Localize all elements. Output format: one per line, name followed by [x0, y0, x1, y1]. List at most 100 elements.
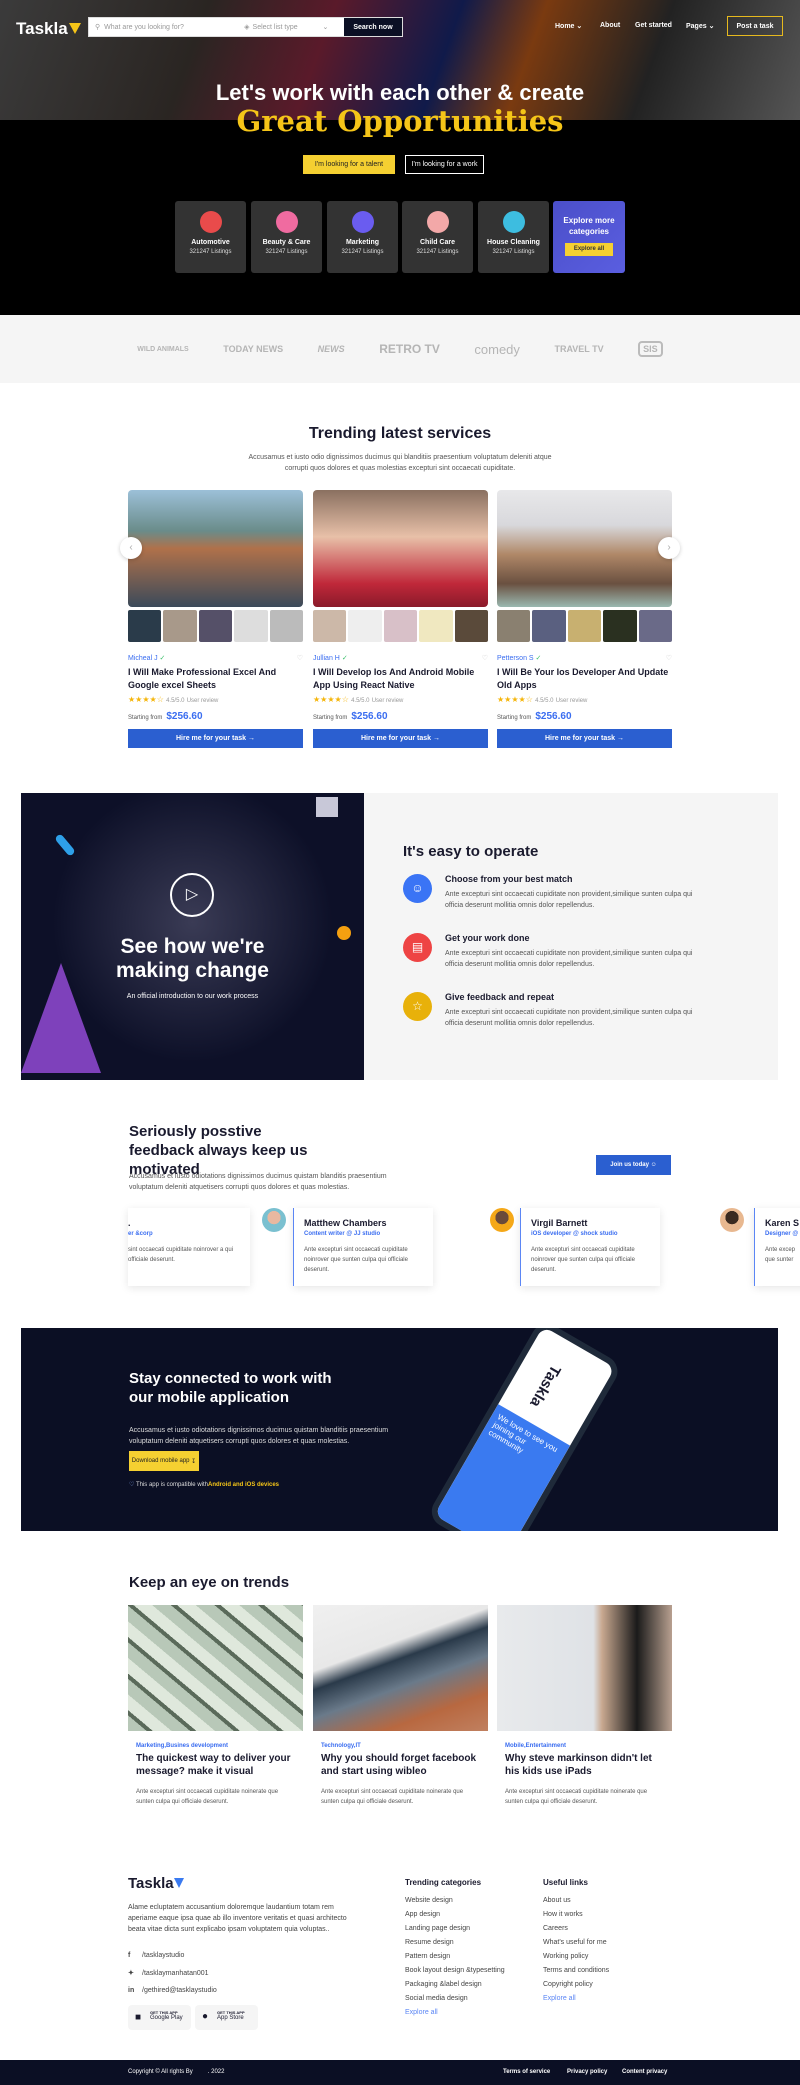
category-child-care[interactable]: Child Care 321247 Listings [402, 201, 473, 273]
blog-card[interactable]: Mobile,Entertainment Why steve markinson … [497, 1605, 672, 1807]
category-automotive[interactable]: Automotive 321247 Listings [175, 201, 246, 273]
google-play-button[interactable]: ■ GET THIS APP Google Play [128, 2005, 191, 2030]
footer-link[interactable]: Landing page design [405, 1925, 505, 1932]
copyright: Copyright © All rights By . 2022 [128, 2069, 225, 2075]
join-button[interactable]: Join us today ☺ [596, 1155, 671, 1175]
explore-all-link[interactable]: Explore all [543, 1995, 609, 2002]
explore-title: Explore more categories [563, 216, 615, 236]
seller-name[interactable]: Petterson S [497, 655, 534, 662]
download-icon: ↧ [191, 1458, 197, 1465]
heart-icon[interactable]: ♡ [297, 654, 303, 662]
footer-link[interactable]: Copyright policy [543, 1981, 609, 1988]
footer-link[interactable]: App design [405, 1911, 505, 1918]
seller-name[interactable]: Micheal J [128, 655, 158, 662]
footer-link[interactable]: Working policy [543, 1953, 609, 1960]
footer-link[interactable]: Social media design [405, 1995, 505, 2002]
user-add-icon: ☺ [650, 1162, 657, 1168]
footer-link[interactable]: What's useful for me [543, 1939, 609, 1946]
social-twitter[interactable]: ✦/tasklaymanhatan001 [128, 1965, 217, 1983]
trending-categories: Trending categories Website design App d… [405, 1878, 505, 2016]
social-facebook[interactable]: f/tasklaystudio [128, 1947, 217, 1965]
explore-all-link[interactable]: Explore all [405, 2009, 505, 2016]
footer-logo[interactable]: Taskla [128, 1875, 184, 1892]
step-item: ☆ Give feedback and repeat Ante excepturi … [403, 992, 703, 1029]
talent-button[interactable]: I'm looking for a talent [303, 155, 395, 174]
hire-button[interactable]: Hire me for your task → [313, 729, 488, 748]
service-title[interactable]: I Will Be Your Ios Developer And Update … [497, 666, 672, 692]
nav-pages[interactable]: Pages ⌄ [686, 22, 714, 30]
footer-link[interactable]: Resume design [405, 1939, 505, 1946]
briefcase-icon: ▤ [403, 933, 432, 962]
service-title[interactable]: I Will Make Professional Excel And Googl… [128, 666, 303, 692]
category-marketing[interactable]: Marketing 321247 Listings [327, 201, 398, 273]
footer-link[interactable]: Terms and conditions [543, 1967, 609, 1974]
car-icon [199, 211, 222, 233]
avatar [720, 1208, 744, 1232]
partner-logo: WILD ANIMALS [137, 345, 189, 353]
app-store-button[interactable]: ● GET THIS APP App Store [195, 2005, 258, 2030]
heart-icon[interactable]: ♡ [482, 654, 488, 662]
footer-about: Alame ecluptatem accusantium doloremque … [128, 1904, 347, 1933]
testimonial-card: Karen S Designer @ Ante excep que sunter [754, 1208, 800, 1286]
footer-link[interactable]: About us [543, 1897, 609, 1904]
partner-logo: comedy [474, 341, 520, 357]
hire-button[interactable]: Hire me for your task → [497, 729, 672, 748]
category-house-cleaning[interactable]: House Cleaning 321247 Listings [478, 201, 549, 273]
search-input[interactable]: What are you looking for? [104, 24, 244, 31]
partner-logo: RETRO TV [379, 342, 440, 356]
nav-get-started[interactable]: Get started [635, 22, 672, 29]
service-card[interactable]: Petterson S ✓ ♡ I Will Be Your Ios Develo… [497, 490, 673, 748]
footer-link[interactable]: Careers [543, 1925, 609, 1932]
work-button[interactable]: I'm looking for a work [405, 155, 484, 174]
category-beauty[interactable]: Beauty & Care 321247 Listings [251, 201, 322, 273]
footer-link[interactable]: Book layout design &typesetting [405, 1967, 505, 1974]
play-button[interactable]: ▷ [170, 873, 214, 917]
post-task-button[interactable]: Post a task [727, 16, 783, 36]
blog-card[interactable]: Technology,IT Why you should forget faceb… [313, 1605, 488, 1807]
social-links: f/tasklaystudio ✦/tasklaymanhatan001 in /… [128, 1947, 217, 2000]
explore-all-button[interactable]: Explore all [565, 243, 613, 256]
price: $256.60 [535, 711, 572, 722]
mobile-text: Accusamus et iusto odiotations dignissim… [129, 1427, 389, 1445]
blog-card[interactable]: Marketing,Busines development The quickes… [128, 1605, 303, 1807]
hire-button[interactable]: Hire me for your task → [128, 729, 303, 748]
seller-name[interactable]: Jullian H [313, 655, 340, 662]
service-card[interactable]: Jullian H ✓ ♡ I Will Develop Ios And Andr… [313, 490, 489, 748]
layers-icon: ◈ [244, 24, 250, 31]
trending-title: Trending latest services [308, 425, 492, 442]
content-privacy-link[interactable]: Content privacy [622, 2069, 667, 2075]
blog-image [313, 1605, 488, 1731]
social-linkedin[interactable]: in/gethired@tasklaystudio [128, 1982, 217, 2000]
list-type-select[interactable]: Select list type [253, 24, 323, 31]
partner-logo: SIS [638, 341, 663, 357]
nav-about[interactable]: About [600, 22, 620, 29]
footer-link[interactable]: Pattern design [405, 1953, 505, 1960]
service-card[interactable]: Micheal J ✓ ♡ I Will Make Professional Ex… [128, 490, 304, 748]
price: $256.60 [166, 711, 203, 722]
useful-links: Useful links About us How it works Caree… [543, 1878, 610, 2002]
explore-categories-card: Explore more categories Explore all [553, 201, 625, 273]
testimonial-card: Matthew Chambers Content writer @ JJ stud… [293, 1208, 433, 1286]
search-button[interactable]: Search now [344, 18, 402, 36]
download-app-button[interactable]: Download mobile app ↧ [129, 1451, 199, 1471]
carousel-prev-button[interactable]: ‹ [120, 537, 142, 559]
footer-link[interactable]: Website design [405, 1897, 505, 1904]
carousel-next-button[interactable]: › [658, 537, 680, 559]
apple-icon: ● [202, 2011, 209, 2022]
hero-title: Let's work with each other & create [215, 80, 585, 105]
brush-icon [275, 211, 298, 233]
footer-link[interactable]: Packaging &label design [405, 1981, 505, 1988]
search-icon: ⚲ [95, 24, 101, 31]
footer-link[interactable]: How it works [543, 1911, 609, 1918]
privacy-link[interactable]: Privacy policy [567, 2069, 607, 2075]
rating-stars: ★★★★☆ 4.5/5.0 User review [497, 695, 588, 704]
heart-icon[interactable]: ♡ [666, 654, 672, 662]
video-subtitle: An official introduction to our work pro… [126, 993, 259, 1000]
nav-home[interactable]: Home ⌄ [555, 22, 582, 30]
step-item: ▤ Get your work done Ante excepturi sint o… [403, 933, 703, 970]
step-item: ☺ Choose from your best match Ante exceptu… [403, 874, 703, 911]
avatar [262, 1208, 286, 1232]
terms-link[interactable]: Terms of service [503, 2069, 550, 2075]
service-title[interactable]: I Will Develop Ios And Android Mobile Ap… [313, 666, 488, 692]
logo[interactable]: Taskla [16, 19, 81, 39]
